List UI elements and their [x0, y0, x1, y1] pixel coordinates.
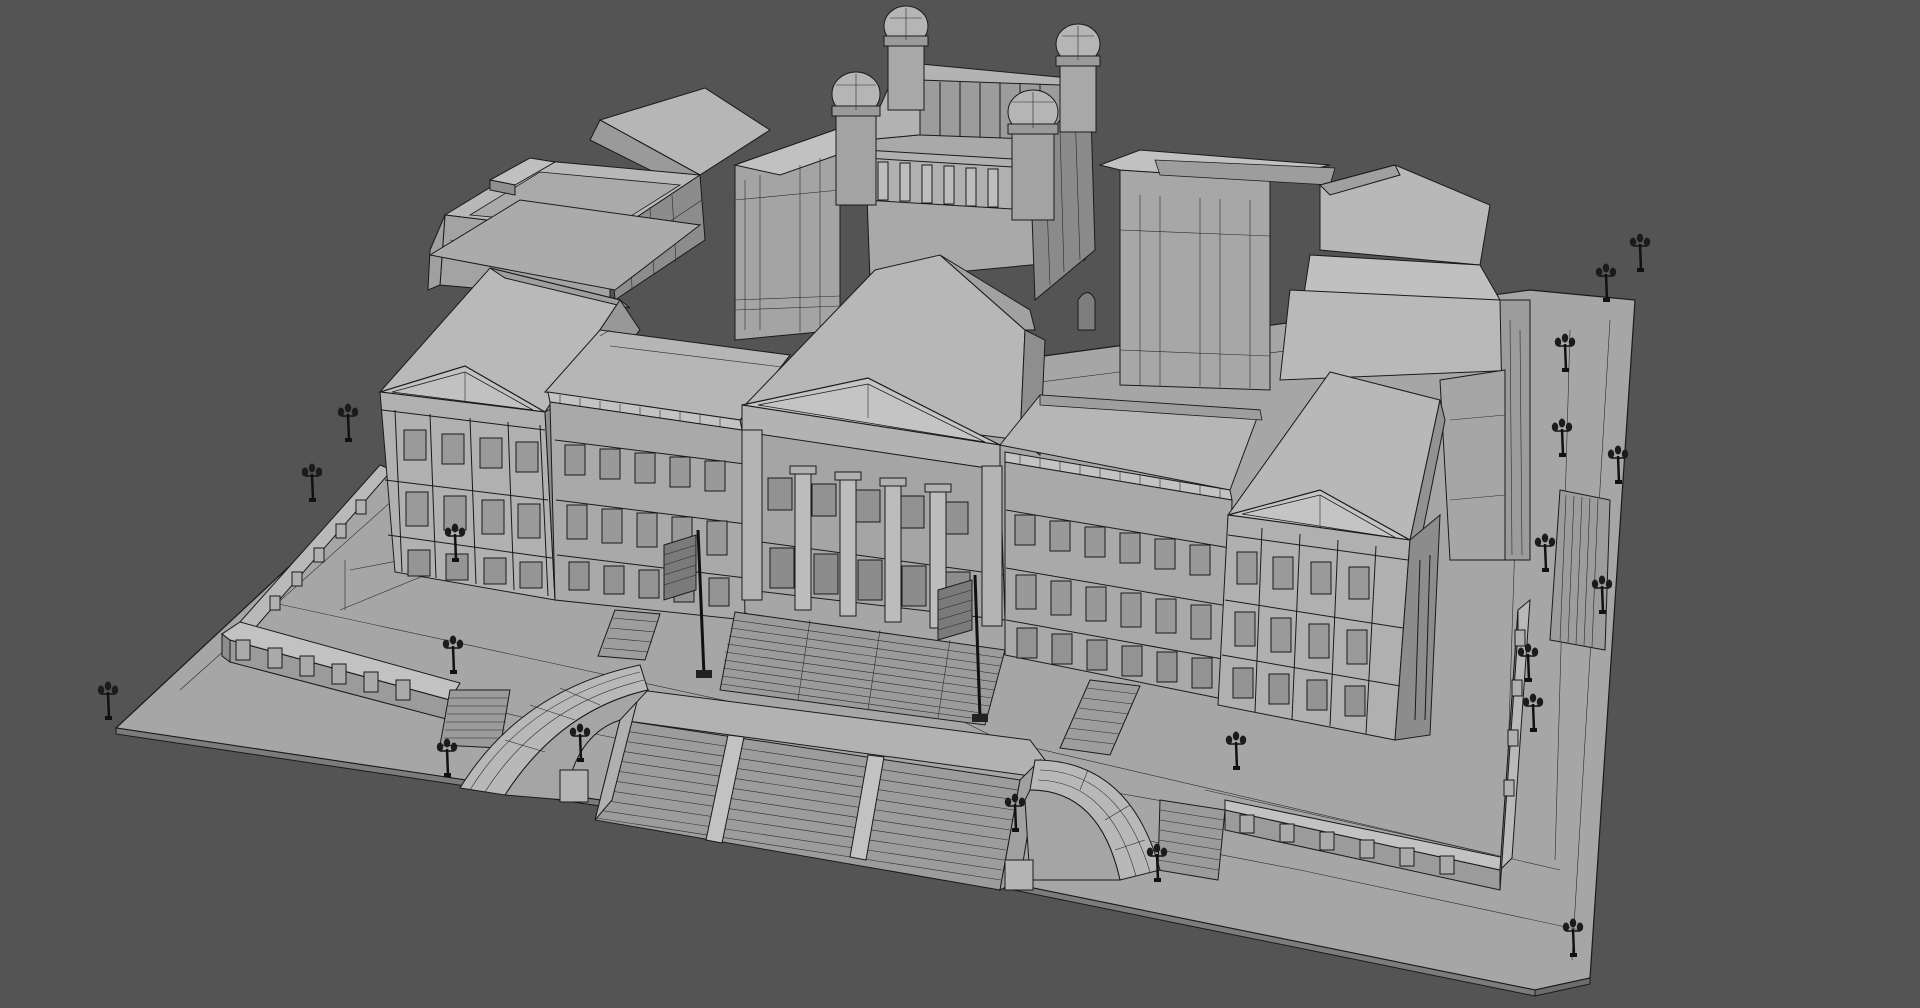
building-model[interactable] [0, 0, 1920, 1008]
lamp-post [97, 681, 119, 720]
tower-pillar-front-left [831, 71, 881, 206]
tower-pillar-front-right [1007, 89, 1059, 221]
right-side-ramp [1549, 489, 1611, 651]
lamp-post [1629, 233, 1651, 272]
tower-pillar-back-left [883, 5, 929, 111]
lamp-post [337, 403, 359, 442]
3d-viewport[interactable] [0, 0, 1920, 1008]
lamp-post [301, 463, 323, 502]
tower-pillar-back-right [1055, 23, 1101, 133]
